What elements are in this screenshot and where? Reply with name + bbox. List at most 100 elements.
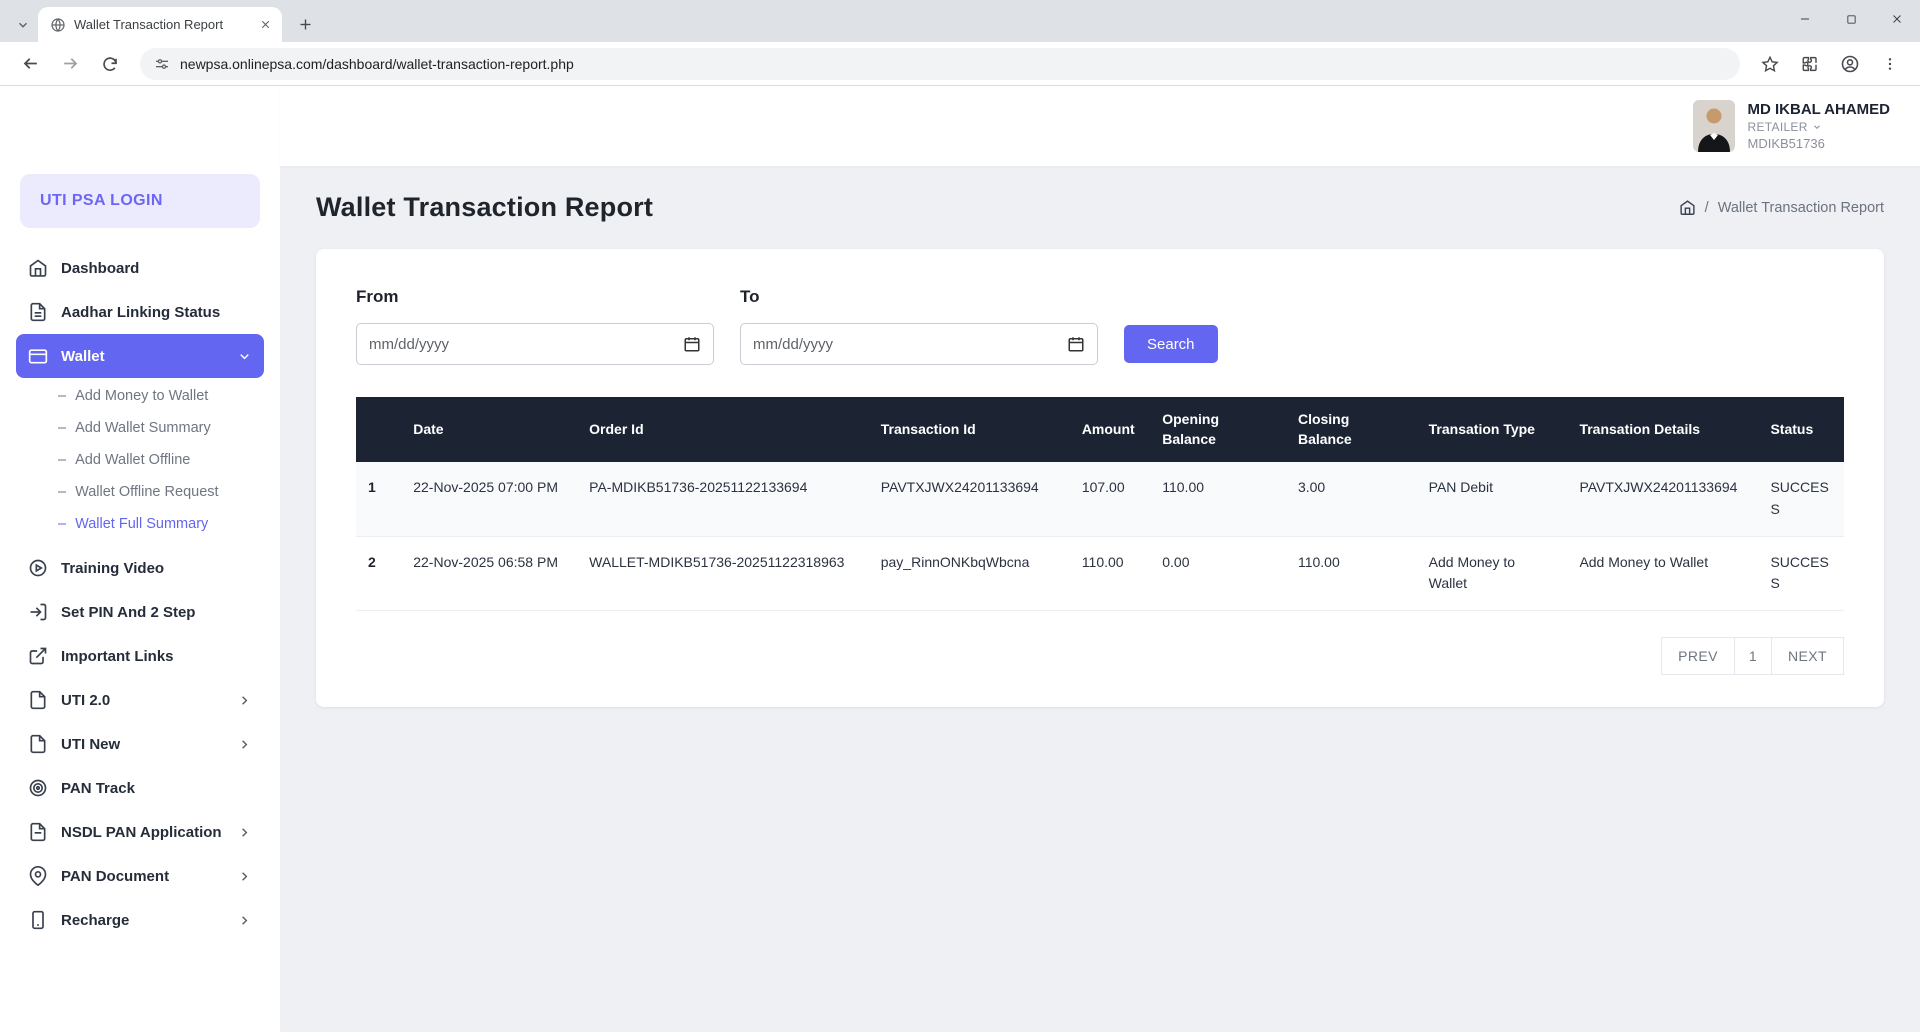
- cell-transaction-id: PAVTXJWX24201133694: [869, 462, 1070, 536]
- user-menu[interactable]: MD IKBAL AHAMED RETAILER MDIKB51736: [1693, 100, 1891, 152]
- to-date-input[interactable]: [753, 336, 1067, 353]
- sidebar-item-recharge[interactable]: Recharge: [16, 898, 264, 942]
- next-page-button[interactable]: NEXT: [1771, 637, 1844, 675]
- chevron-right-icon: [237, 913, 252, 928]
- sidebar-item-important-links[interactable]: Important Links: [16, 634, 264, 678]
- col-header-closing-balance: Closing Balance: [1286, 397, 1417, 462]
- wallet-submenu: – Add Money to Wallet – Add Wallet Summa…: [16, 378, 264, 546]
- document-icon: [28, 734, 48, 754]
- document-icon: [28, 822, 48, 842]
- report-card: From To: [316, 249, 1884, 707]
- sidebar-menu: Dashboard Aadhar Linking Status Wallet –…: [0, 246, 280, 942]
- breadcrumb-separator: /: [1705, 200, 1709, 216]
- smartphone-icon: [28, 910, 48, 930]
- new-tab-button[interactable]: [290, 9, 320, 39]
- submenu-item-wallet-full-summary[interactable]: – Wallet Full Summary: [50, 508, 264, 540]
- sidebar-item-wallet[interactable]: Wallet: [16, 334, 264, 378]
- sidebar-item-nsdl-pan-application[interactable]: NSDL PAN Application: [16, 810, 264, 854]
- login-icon: [28, 602, 48, 622]
- sidebar-item-label: Aadhar Linking Status: [61, 304, 252, 321]
- play-circle-icon: [28, 558, 48, 578]
- sidebar-item-pan-document[interactable]: PAN Document: [16, 854, 264, 898]
- window-maximize-button[interactable]: [1828, 0, 1874, 38]
- col-header-date: Date: [401, 397, 577, 462]
- chevron-right-icon: [237, 869, 252, 884]
- dash-bullet: –: [58, 484, 66, 500]
- col-header-index: [356, 397, 401, 462]
- chevron-right-icon: [237, 737, 252, 752]
- user-id: MDIKB51736: [1748, 136, 1891, 151]
- from-date-field[interactable]: [356, 323, 714, 365]
- brand-badge: UTI PSA LOGIN: [20, 174, 260, 228]
- site-settings-icon[interactable]: [154, 56, 170, 72]
- sidebar-item-label: Training Video: [61, 560, 252, 577]
- cell-opening-balance: 110.00: [1150, 462, 1286, 536]
- calendar-icon[interactable]: [683, 335, 701, 353]
- submenu-item-add-money-to-wallet[interactable]: – Add Money to Wallet: [50, 380, 264, 412]
- app-header: MD IKBAL AHAMED RETAILER MDIKB51736: [280, 86, 1920, 166]
- window-minimize-button[interactable]: [1782, 0, 1828, 38]
- browser-toolbar: newpsa.onlinepsa.com/dashboard/wallet-tr…: [0, 42, 1920, 86]
- breadcrumb-home-icon[interactable]: [1679, 199, 1696, 216]
- col-header-amount: Amount: [1070, 397, 1150, 462]
- calendar-icon[interactable]: [1067, 335, 1085, 353]
- forward-button[interactable]: [54, 48, 86, 80]
- sidebar-logo-space: [0, 86, 280, 160]
- external-link-icon: [28, 646, 48, 666]
- user-avatar: [1693, 100, 1735, 152]
- sidebar-item-pan-track[interactable]: PAN Track: [16, 766, 264, 810]
- from-date-input[interactable]: [369, 336, 683, 353]
- window-close-button[interactable]: [1874, 0, 1920, 38]
- cell-transation-details: Add Money to Wallet: [1567, 536, 1758, 610]
- extensions-puzzle-icon[interactable]: [1794, 48, 1826, 80]
- profile-icon[interactable]: [1834, 48, 1866, 80]
- from-label: From: [356, 287, 714, 307]
- sidebar-item-uti-new[interactable]: UTI New: [16, 722, 264, 766]
- cell-date: 22-Nov-2025 06:58 PM: [401, 536, 577, 610]
- wallet-icon: [28, 346, 48, 366]
- url-text: newpsa.onlinepsa.com/dashboard/wallet-tr…: [180, 56, 574, 72]
- tab-close-icon[interactable]: [256, 16, 274, 34]
- tab-title: Wallet Transaction Report: [74, 17, 248, 32]
- breadcrumb: / Wallet Transaction Report: [1679, 199, 1884, 216]
- to-date-field[interactable]: [740, 323, 1098, 365]
- breadcrumb-current: Wallet Transaction Report: [1718, 200, 1884, 216]
- submenu-item-wallet-offline-request[interactable]: – Wallet Offline Request: [50, 476, 264, 508]
- search-button[interactable]: Search: [1124, 325, 1218, 363]
- browser-tab[interactable]: Wallet Transaction Report: [38, 7, 282, 42]
- user-role: RETAILER: [1748, 120, 1891, 134]
- sidebar-item-label: PAN Track: [61, 780, 252, 797]
- sidebar-item-uti-2-0[interactable]: UTI 2.0: [16, 678, 264, 722]
- submenu-item-add-wallet-offline[interactable]: – Add Wallet Offline: [50, 444, 264, 476]
- col-header-transation-details: Transation Details: [1567, 397, 1758, 462]
- sidebar-item-dashboard[interactable]: Dashboard: [16, 246, 264, 290]
- menu-kebab-icon[interactable]: [1874, 48, 1906, 80]
- tab-favicon-globe-icon: [50, 17, 66, 33]
- sidebar-item-label: Important Links: [61, 648, 252, 665]
- page-content: Wallet Transaction Report / Wallet Trans…: [280, 166, 1920, 1032]
- sidebar-item-training-video[interactable]: Training Video: [16, 546, 264, 590]
- cell-opening-balance: 0.00: [1150, 536, 1286, 610]
- page-number-button[interactable]: 1: [1734, 637, 1772, 675]
- cell-closing-balance: 110.00: [1286, 536, 1417, 610]
- table-header-row: Date Order Id Transaction Id Amount Open…: [356, 397, 1844, 462]
- tab-search-chevron-icon[interactable]: [8, 8, 38, 42]
- pagination: PREV 1 NEXT: [356, 637, 1844, 675]
- address-bar[interactable]: newpsa.onlinepsa.com/dashboard/wallet-tr…: [140, 48, 1740, 80]
- reload-button[interactable]: [94, 48, 126, 80]
- bookmark-star-icon[interactable]: [1754, 48, 1786, 80]
- submenu-item-add-wallet-summary[interactable]: – Add Wallet Summary: [50, 412, 264, 444]
- sidebar: UTI PSA LOGIN Dashboard Aadhar Linking S…: [0, 86, 280, 1032]
- table-row: 2 22-Nov-2025 06:58 PM WALLET-MDIKB51736…: [356, 536, 1844, 610]
- sidebar-item-set-pin-and-2-step[interactable]: Set PIN And 2 Step: [16, 590, 264, 634]
- cell-date: 22-Nov-2025 07:00 PM: [401, 462, 577, 536]
- sidebar-item-label: UTI 2.0: [61, 692, 224, 709]
- chevron-down-icon: [237, 349, 252, 364]
- prev-page-button[interactable]: PREV: [1661, 637, 1735, 675]
- back-button[interactable]: [14, 48, 46, 80]
- col-header-opening-balance: Opening Balance: [1150, 397, 1286, 462]
- sidebar-item-label: NSDL PAN Application: [61, 824, 224, 841]
- cell-index: 2: [356, 536, 401, 610]
- sidebar-item-aadhar-linking-status[interactable]: Aadhar Linking Status: [16, 290, 264, 334]
- cell-transation-details: PAVTXJWX24201133694: [1567, 462, 1758, 536]
